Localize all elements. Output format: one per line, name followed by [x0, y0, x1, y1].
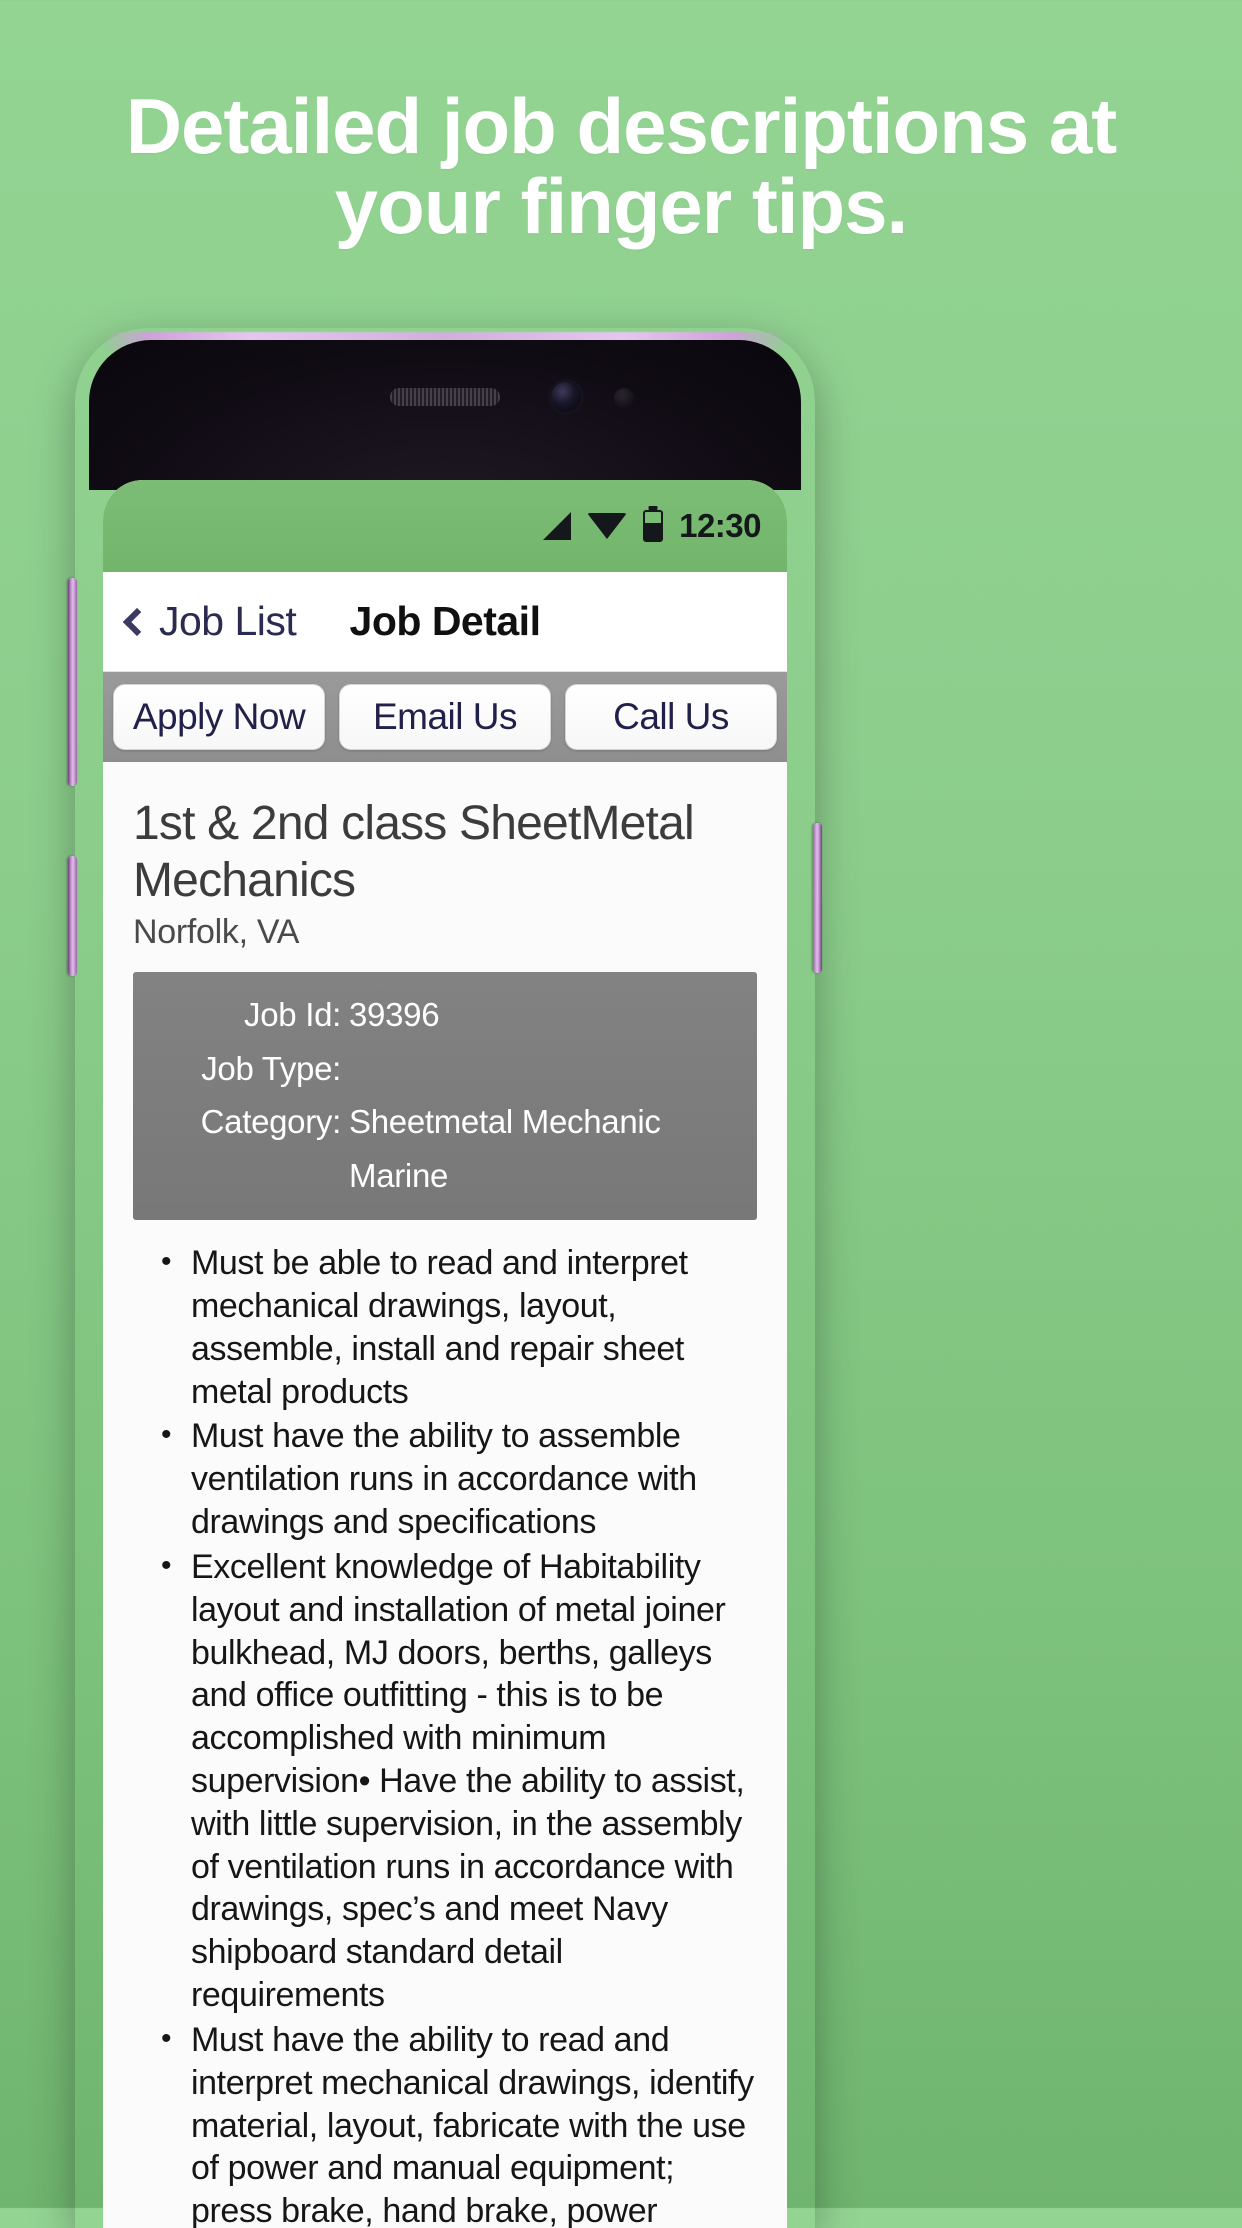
job-category-value: Sheetmetal Mechanic Marine [349, 1103, 661, 1194]
proximity-sensor-icon [614, 388, 634, 408]
phone-screen: 12:30 Job List Job Detail Apply Now Emai… [103, 480, 787, 2228]
job-info-row: Category: Sheetmetal Mechanic Marine [133, 1095, 757, 1202]
list-item: Excellent knowledge of Habitability layo… [161, 1546, 757, 2017]
back-to-job-list-button[interactable]: Job List [122, 598, 297, 645]
job-id-value: 39396 [349, 996, 440, 1034]
back-button-label: Job List [159, 598, 297, 644]
job-info-row: Job Type: [133, 1042, 757, 1095]
job-type-label: Job Type: [201, 1049, 341, 1087]
apply-now-button[interactable]: Apply Now [113, 684, 325, 750]
call-us-button[interactable]: Call Us [565, 684, 777, 750]
list-item: Must have the ability to read and interp… [161, 2019, 757, 2228]
chevron-left-icon [122, 607, 152, 636]
phone-mockup: 12:30 Job List Job Detail Apply Now Emai… [68, 328, 822, 2228]
promo-headline: Detailed job descriptions at your finger… [125, 82, 1118, 251]
job-detail-content[interactable]: 1st & 2nd class SheetMetal Mechanics Nor… [103, 762, 787, 2228]
action-toolbar: Apply Now Email Us Call Us [103, 672, 787, 762]
phone-top-bezel [89, 340, 801, 490]
email-us-button[interactable]: Email Us [339, 684, 551, 750]
job-id-label: Job Id: [244, 996, 341, 1034]
power-button[interactable] [813, 823, 822, 973]
front-camera-icon [551, 382, 581, 412]
job-description-list: Must be able to read and interpret mecha… [133, 1242, 757, 2228]
job-location: Norfolk, VA [133, 913, 300, 952]
list-item: Must have the ability to assemble ventil… [161, 1415, 757, 1543]
app-nav-bar: Job List Job Detail [103, 572, 787, 672]
battery-icon [643, 510, 664, 542]
earpiece-speaker-icon [390, 388, 500, 406]
status-bar: 12:30 [103, 480, 787, 572]
assistant-button[interactable] [68, 856, 77, 976]
job-category-label: Category: [200, 1103, 342, 1141]
status-bar-clock: 12:30 [679, 507, 761, 544]
wifi-icon [587, 513, 628, 539]
job-title: 1st & 2nd class SheetMetal Mechanics [133, 797, 695, 907]
job-info-box: Job Id: 39396 Job Type: Category: Sheetm… [133, 972, 757, 1221]
signal-bars-icon [543, 512, 572, 540]
job-info-row: Job Id: 39396 [133, 988, 757, 1041]
volume-button[interactable] [68, 578, 77, 786]
list-item: Must be able to read and interpret mecha… [161, 1242, 757, 1413]
